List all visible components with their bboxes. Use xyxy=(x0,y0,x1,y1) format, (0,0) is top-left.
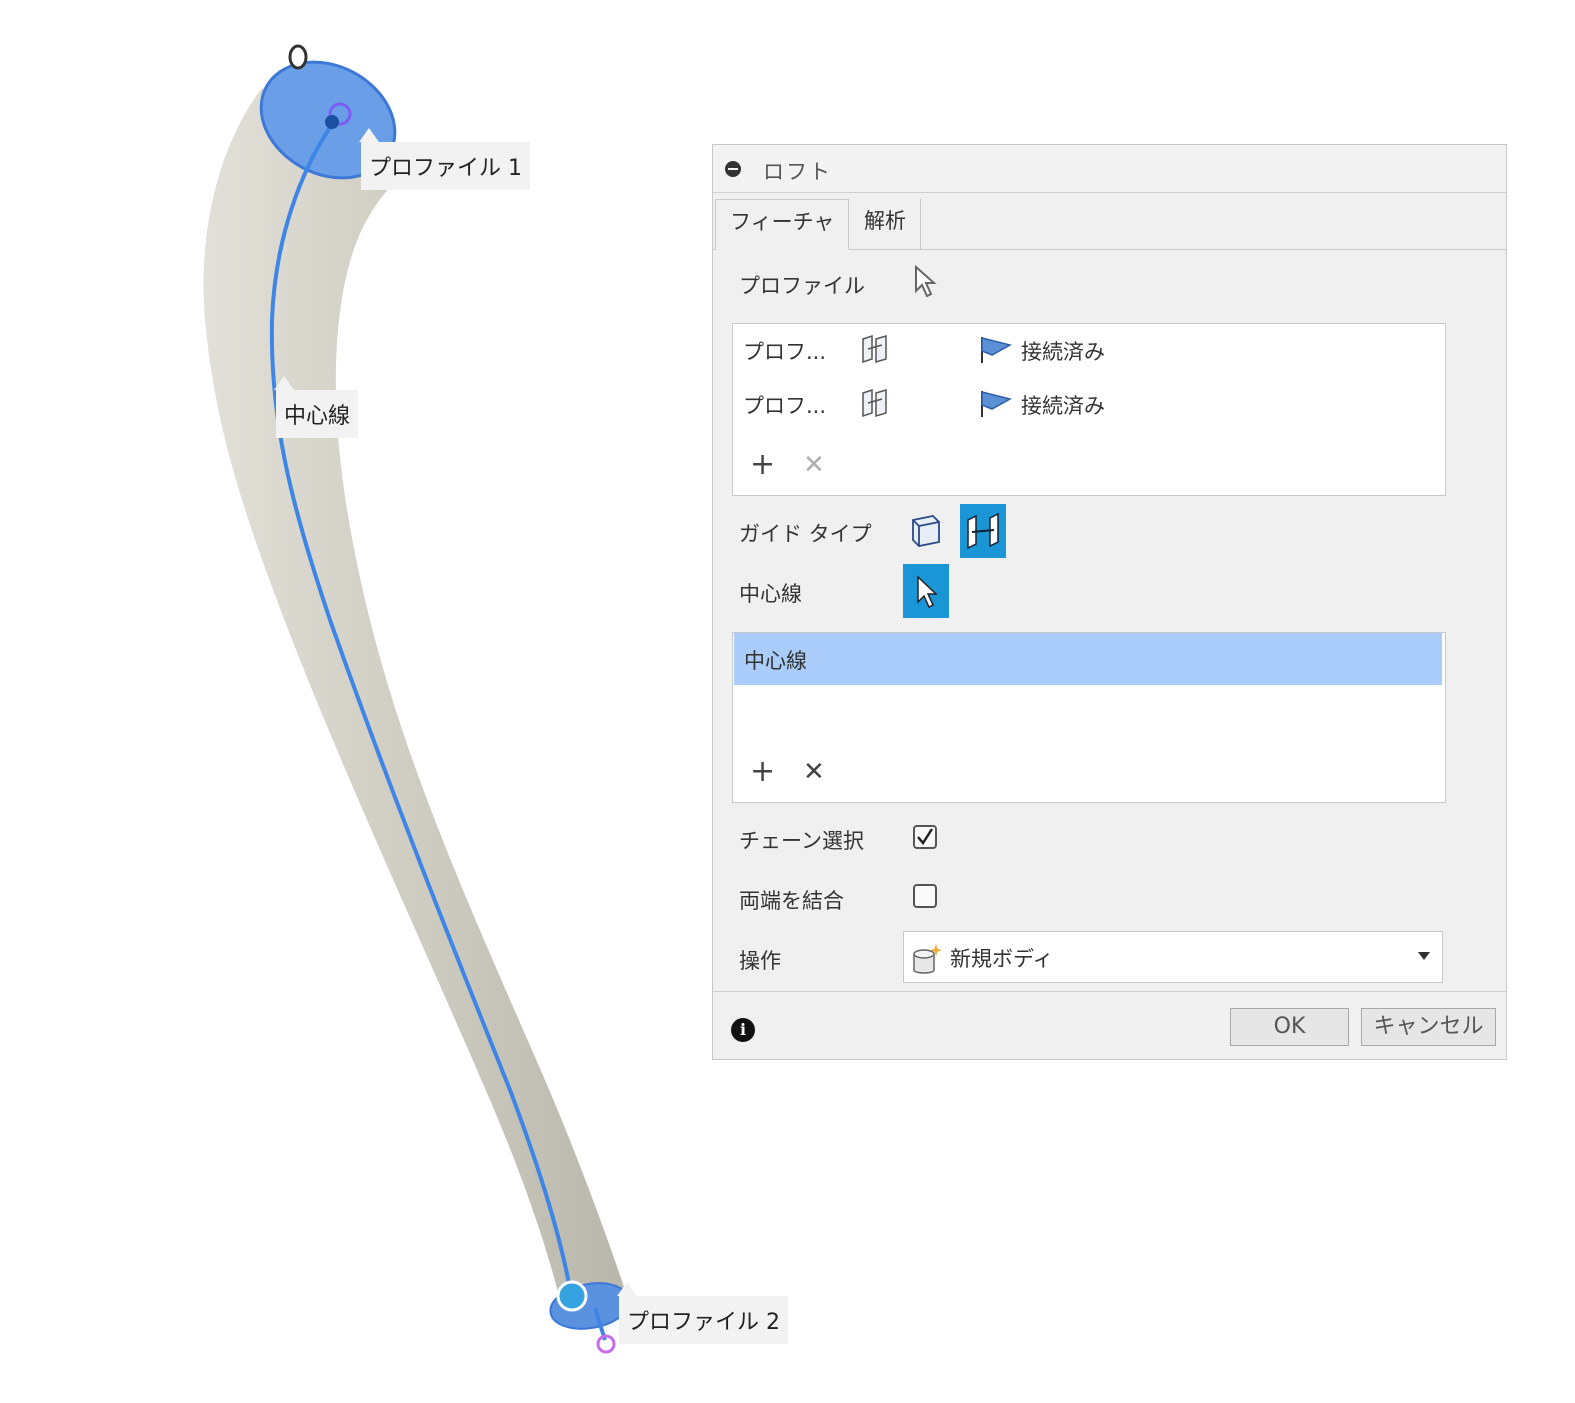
profile-list[interactable]: プロフ... 接続済み プロフ... 接続済み + ✕ xyxy=(732,323,1446,496)
select-arrow-icon[interactable] xyxy=(913,265,937,299)
remove-centerline-button[interactable]: ✕ xyxy=(803,757,825,787)
profile-status: 接続済み xyxy=(1021,394,1105,418)
closed-checkbox[interactable] xyxy=(913,884,937,908)
guide-rails-icon xyxy=(912,515,940,547)
profile-name: プロフ... xyxy=(743,394,827,418)
chain-select-checkbox[interactable] xyxy=(913,825,937,849)
tab-bar: フィーチャ 解析 xyxy=(713,193,1506,250)
dialog-titlebar[interactable]: ロフト xyxy=(713,145,1506,193)
tube-body xyxy=(203,88,625,1300)
guide-type-label: ガイド タイプ xyxy=(739,522,872,546)
tab-feature[interactable]: フィーチャ xyxy=(715,199,850,250)
profile-2-callout: プロファイル 2 xyxy=(617,1282,788,1344)
operation-dropdown[interactable]: 新規ボディ xyxy=(903,931,1443,983)
list-item[interactable]: プロフ... 接続済み xyxy=(733,324,1445,376)
profile-status: 接続済み xyxy=(1021,340,1105,364)
centerline-list[interactable]: 中心線 + ✕ xyxy=(732,632,1446,803)
loft-dialog: ロフト フィーチャ 解析 プロファイル プロフ... 接続済み プロフ... 接… xyxy=(712,144,1507,1060)
guide-centerline-button[interactable] xyxy=(960,504,1006,558)
centerline-callout: 中心線 xyxy=(273,376,359,438)
guide-rails-button[interactable] xyxy=(903,504,949,558)
connected-flag-icon xyxy=(981,337,1012,363)
chain-select-label: チェーン選択 xyxy=(739,829,864,853)
checkmark-icon xyxy=(917,828,934,846)
select-arrow-icon xyxy=(917,575,938,609)
profile-end-condition-icon[interactable] xyxy=(858,387,892,419)
profile-label: プロファイル xyxy=(739,274,865,298)
dialog-footer: i OK キャンセル xyxy=(713,991,1506,1060)
dialog-title: ロフト xyxy=(763,160,832,184)
centerline-select-button[interactable] xyxy=(903,564,949,618)
operation-label: 操作 xyxy=(739,949,781,973)
ok-button[interactable]: OK xyxy=(1230,1008,1349,1046)
chevron-down-icon xyxy=(1418,952,1430,960)
profile-1-callout: プロファイル 1 xyxy=(359,128,530,190)
new-body-icon xyxy=(913,944,942,974)
profile-end-condition-icon[interactable] xyxy=(858,333,892,365)
cancel-button[interactable]: キャンセル xyxy=(1361,1008,1496,1046)
collapse-icon[interactable] xyxy=(725,161,741,177)
centerline-label: 中心線 xyxy=(739,582,802,606)
closed-label: 両端を結合 xyxy=(739,889,844,913)
info-icon[interactable]: i xyxy=(731,1018,755,1042)
add-centerline-button[interactable]: + xyxy=(750,757,775,787)
add-profile-button[interactable]: + xyxy=(750,450,775,480)
connected-flag-icon xyxy=(981,391,1012,417)
operation-value: 新規ボディ xyxy=(950,947,1054,971)
tab-analysis[interactable]: 解析 xyxy=(850,199,921,249)
centerline-guide-icon xyxy=(967,512,999,550)
centerline-item-name: 中心線 xyxy=(744,649,807,673)
list-item[interactable]: 中心線 xyxy=(734,633,1442,685)
list-item[interactable]: プロフ... 接続済み xyxy=(733,378,1445,430)
remove-profile-button[interactable]: ✕ xyxy=(803,450,825,480)
profile-name: プロフ... xyxy=(743,340,827,364)
